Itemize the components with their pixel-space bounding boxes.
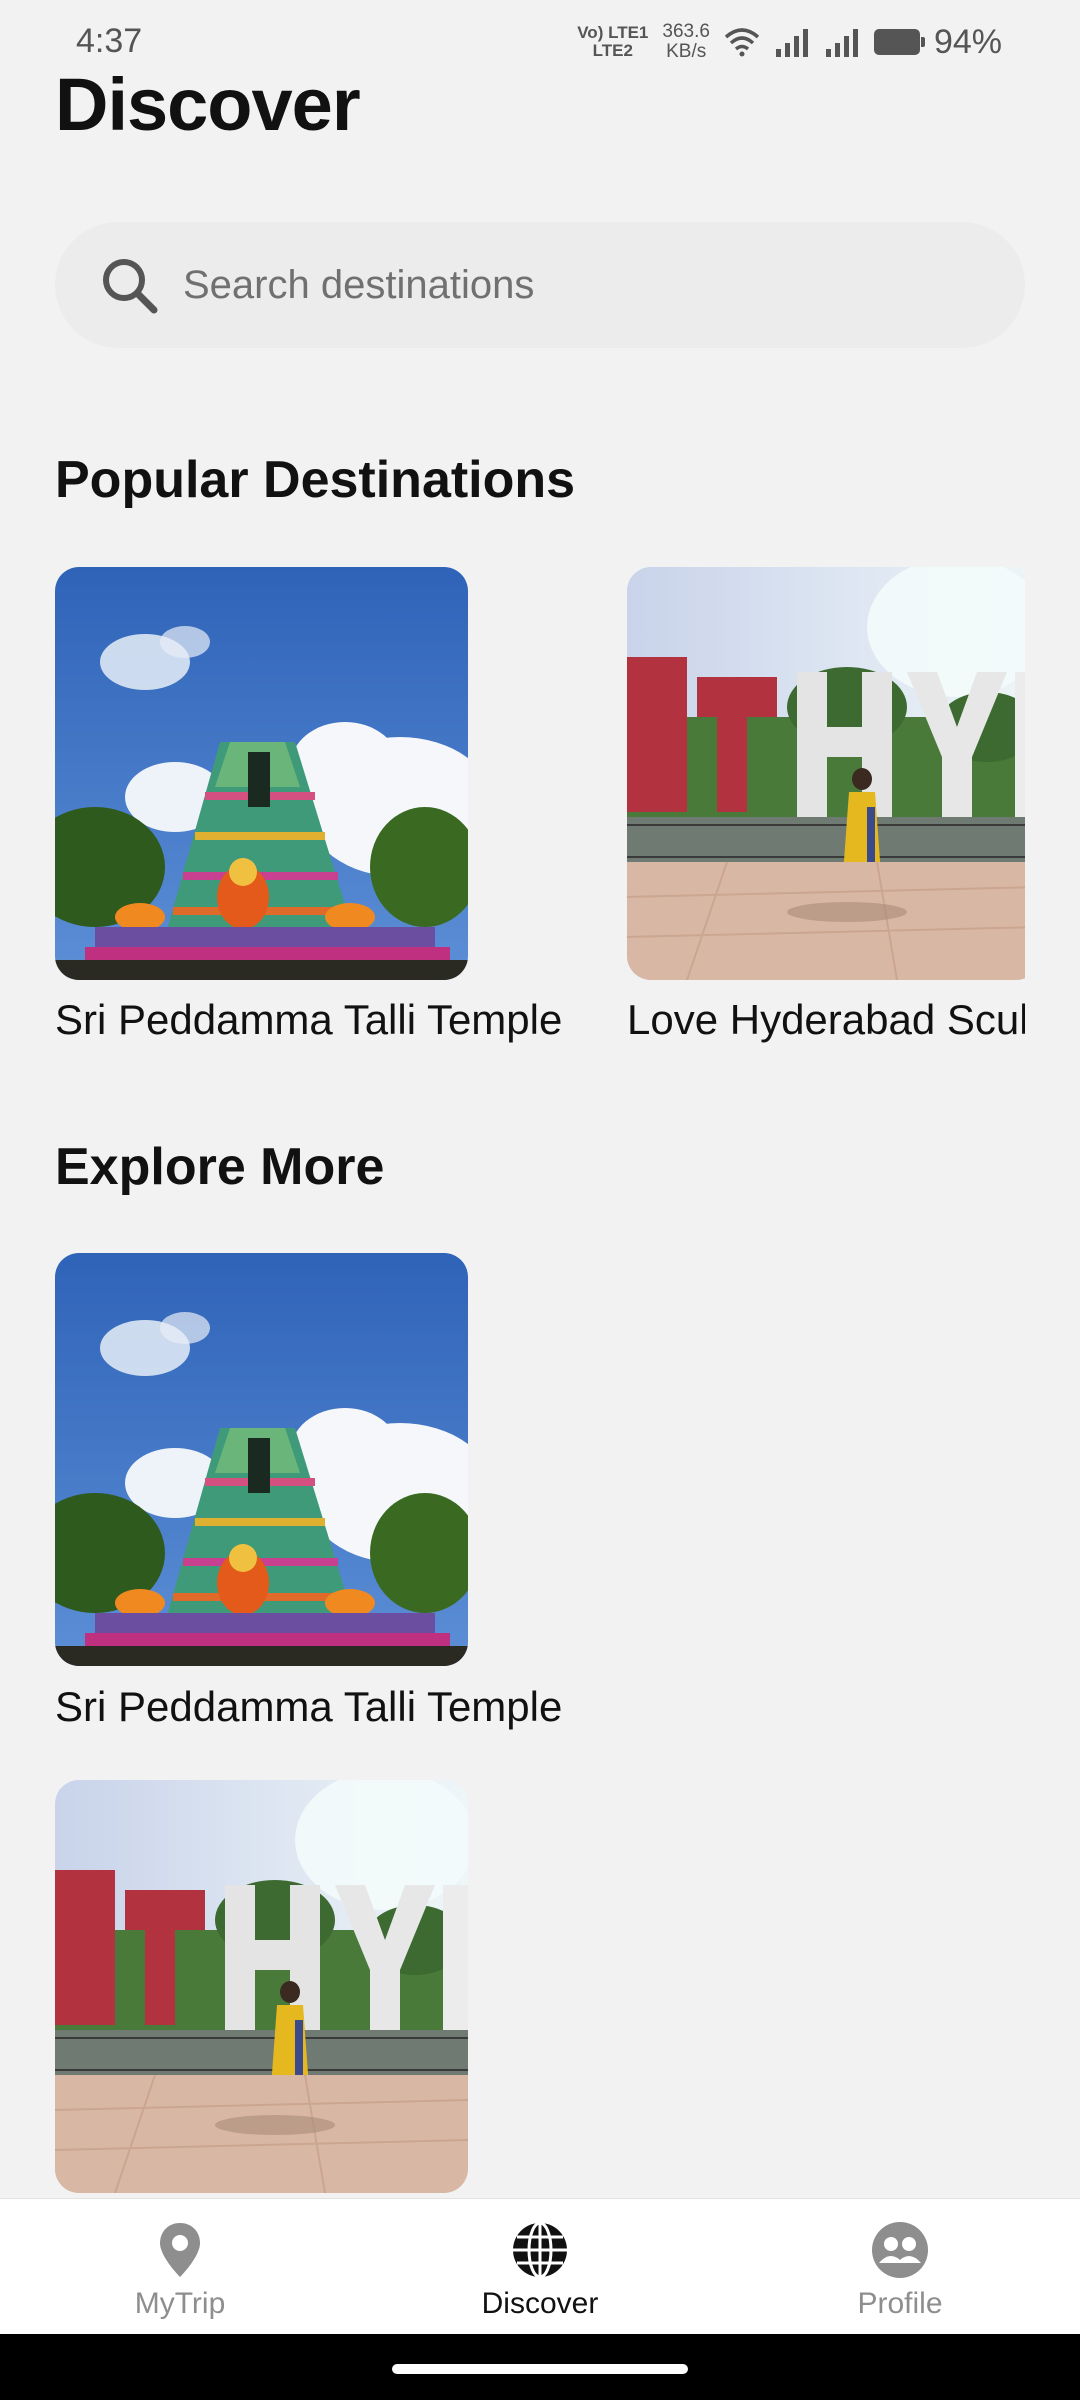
home-gesture-handle[interactable] — [392, 2364, 688, 2374]
gesture-navigation-bar — [0, 2334, 1080, 2400]
love-hyderabad-photo[interactable] — [627, 567, 1025, 980]
card-label: Sri Peddamma Talli Temple — [55, 1683, 563, 1730]
explore-more-title: Explore More — [55, 1138, 385, 1196]
popular-destinations-carousel[interactable]: Sri Peddamma Talli Temple Love Hyderabad… — [0, 0, 1025, 1100]
temple-photo[interactable] — [55, 1253, 468, 1666]
card-label: Love Hyderabad Sculpture — [627, 996, 1025, 1043]
nav-discover[interactable]: Discover — [360, 2199, 720, 2335]
nav-label-discover: Discover — [481, 2287, 599, 2320]
nav-mytrip[interactable]: MyTrip — [0, 2199, 360, 2335]
love-hyderabad-photo[interactable] — [55, 1780, 468, 2193]
card-label: Sri Peddamma Talli Temple — [55, 996, 563, 1043]
people-icon — [872, 2222, 928, 2278]
globe-icon — [513, 2221, 567, 2279]
nav-label-mytrip: MyTrip — [134, 2287, 226, 2320]
nav-profile[interactable]: Profile — [720, 2199, 1080, 2335]
location-pin-icon — [160, 2223, 200, 2277]
nav-label-profile: Profile — [857, 2287, 943, 2320]
temple-photo[interactable] — [55, 567, 468, 980]
bottom-navigation: MyTrip Discover Profile — [0, 2198, 1080, 2335]
